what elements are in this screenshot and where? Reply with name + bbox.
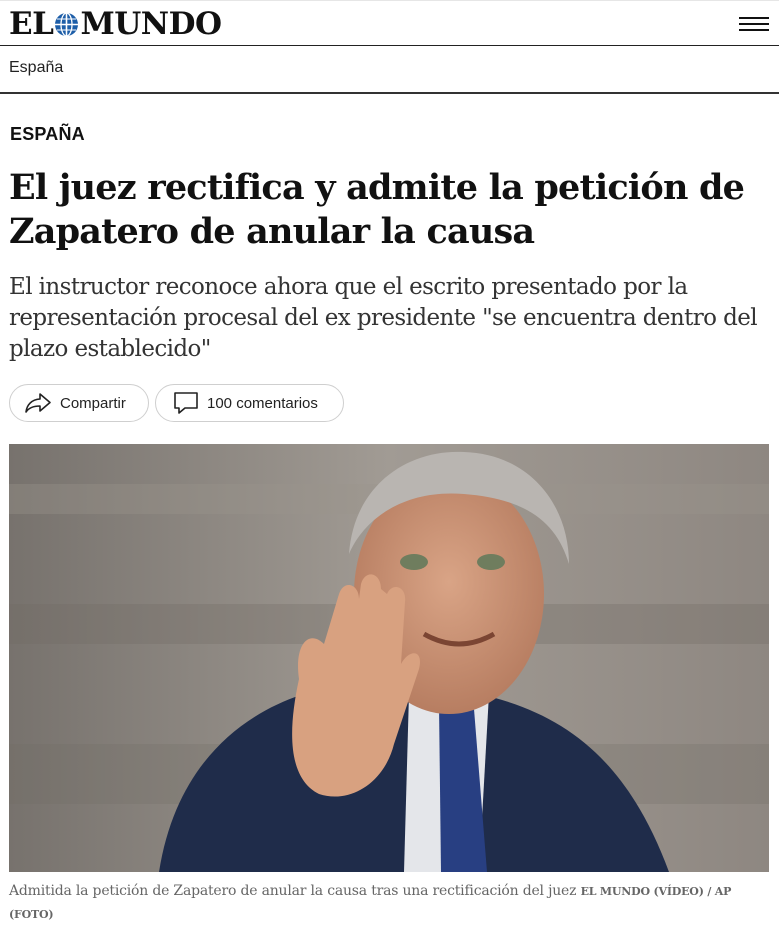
hamburger-menu-icon[interactable] [739,15,769,33]
top-bar: EL MUNDO [0,0,779,46]
share-arrow-icon [25,393,51,413]
logo-text-mundo: MUNDO [80,6,222,42]
zapatero-photo-illustration [9,444,769,872]
el-mundo-logo[interactable]: EL MUNDO [9,6,222,42]
caption-text: Admitida la petición de Zapatero de anul… [9,883,577,899]
comment-bubble-icon [174,392,198,414]
comments-button[interactable]: 100 comentarios [155,384,344,422]
comments-label: 100 comentarios [207,394,318,412]
article-photo[interactable] [9,444,769,872]
photo-caption: Admitida la petición de Zapatero de anul… [9,880,769,926]
section-link-espana[interactable]: España [9,59,63,77]
share-label: Compartir [60,394,126,412]
logo-text-el: EL [9,6,54,42]
section-bar: España [0,46,779,92]
share-button[interactable]: Compartir [9,384,149,422]
article-headline: El juez rectifica y admite la petición d… [9,167,745,252]
globe-logo-icon [55,11,79,37]
article-kicker[interactable]: ESPAÑA [10,124,85,145]
article-standfirst: El instructor reconoce ahora que el escr… [9,274,758,362]
